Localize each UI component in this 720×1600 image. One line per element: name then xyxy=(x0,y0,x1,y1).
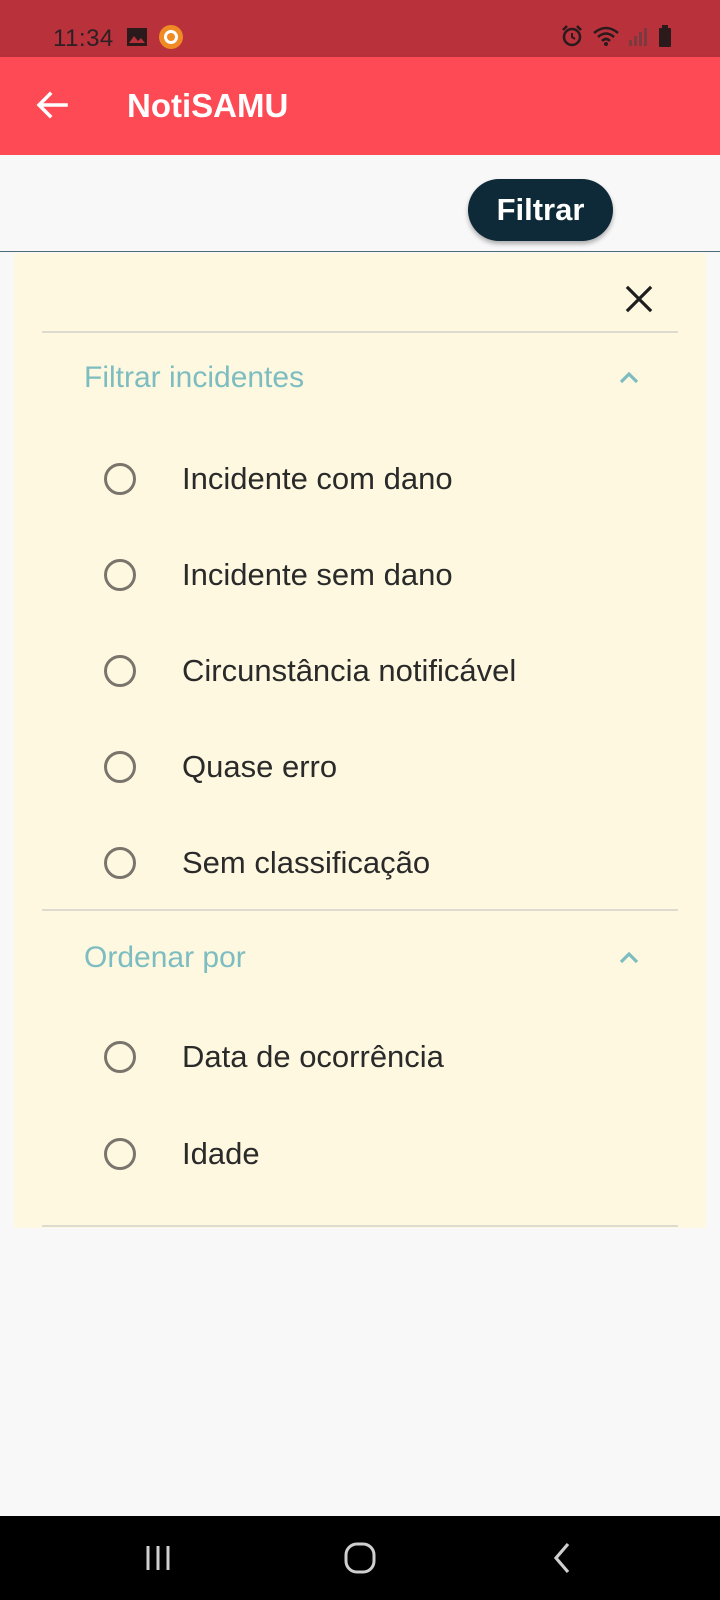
system-nav-bar xyxy=(0,1516,720,1600)
option-label: Data de ocorrência xyxy=(182,1039,444,1074)
section-header-ordenar-por[interactable]: Ordenar por xyxy=(42,913,678,1003)
option-label: Circunstância notificável xyxy=(182,653,517,688)
divider xyxy=(42,1225,678,1227)
radio-button[interactable] xyxy=(104,463,136,495)
radio-button[interactable] xyxy=(104,1138,136,1170)
filter-toolbar: Filtrar xyxy=(0,155,720,252)
section-title: Ordenar por xyxy=(84,941,246,974)
option-label: Sem classificação xyxy=(182,845,431,880)
option-quase-erro[interactable]: Quase erro xyxy=(42,719,678,815)
app-bar: NotiSAMU xyxy=(0,57,720,155)
section-header-filtrar-incidentes[interactable]: Filtrar incidentes xyxy=(42,333,678,423)
status-bar: 11:34 xyxy=(0,0,720,57)
status-time: 11:34 xyxy=(53,25,114,52)
signal-icon xyxy=(629,28,647,46)
option-incidente-sem-dano[interactable]: Incidente sem dano xyxy=(42,527,678,623)
chevron-up-icon xyxy=(619,371,639,384)
radio-button[interactable] xyxy=(104,655,136,687)
radio-button[interactable] xyxy=(104,1041,136,1073)
chevron-up-icon xyxy=(619,951,639,964)
battery-icon xyxy=(659,25,671,47)
image-icon xyxy=(127,28,147,46)
option-label: Incidente com dano xyxy=(182,461,453,496)
radio-button[interactable] xyxy=(104,559,136,591)
back-nav-icon[interactable] xyxy=(540,1538,584,1578)
option-label: Idade xyxy=(182,1136,260,1171)
filter-panel: Filtrar incidentes Incidente com dano In… xyxy=(14,253,706,1228)
recent-apps-icon[interactable] xyxy=(136,1538,180,1578)
screen-recorder-icon xyxy=(159,25,183,49)
option-label: Incidente sem dano xyxy=(182,557,453,592)
radio-button[interactable] xyxy=(104,751,136,783)
home-icon[interactable] xyxy=(338,1538,382,1578)
option-data-de-ocorrencia[interactable]: Data de ocorrência xyxy=(42,1009,678,1105)
option-idade[interactable]: Idade xyxy=(42,1106,678,1202)
wifi-icon xyxy=(593,26,619,46)
close-icon[interactable] xyxy=(619,279,659,319)
radio-button[interactable] xyxy=(104,847,136,879)
arrow-back-icon[interactable] xyxy=(32,85,72,125)
divider xyxy=(42,909,678,911)
app-title: NotiSAMU xyxy=(127,87,289,124)
screen: 11:34 NotiSAMU Filtrar Filtrar incidente… xyxy=(0,0,720,1600)
alarm-icon xyxy=(562,25,582,47)
filter-button[interactable]: Filtrar xyxy=(468,179,613,241)
option-circunstancia-notificavel[interactable]: Circunstância notificável xyxy=(42,623,678,719)
section-title: Filtrar incidentes xyxy=(84,361,305,394)
option-sem-classificacao[interactable]: Sem classificação xyxy=(42,815,678,911)
option-incidente-com-dano[interactable]: Incidente com dano xyxy=(42,431,678,527)
option-label: Quase erro xyxy=(182,749,338,784)
